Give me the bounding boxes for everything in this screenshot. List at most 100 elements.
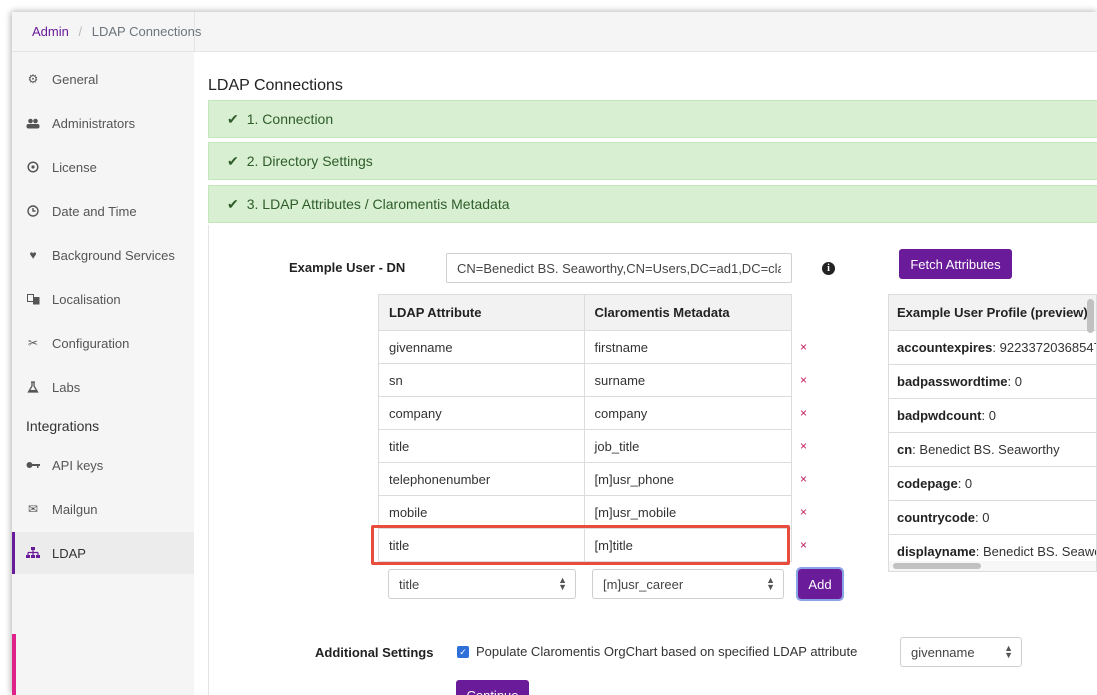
section-label: 3. LDAP Attributes / Claromentis Metadat… (246, 196, 510, 212)
integrations-heading: Integrations (26, 418, 100, 434)
sidebar-item-label: Date and Time (52, 203, 137, 219)
profile-value: Benedict BS. Seaworthy (919, 442, 1060, 457)
profile-value: Benedict BS. Seawor (983, 544, 1097, 559)
sidebar-item-labs[interactable]: Labs (12, 366, 194, 408)
table-row: sn surname (378, 363, 793, 397)
continue-button[interactable]: Continue (456, 680, 529, 695)
profile-value: 0 (982, 510, 990, 525)
ldap-attribute-cell: givenname (378, 330, 585, 364)
section-ldap-attributes[interactable]: ✔ 3. LDAP Attributes / Claromentis Metad… (208, 185, 1097, 223)
attribute-mapping-table: LDAP Attribute Claromentis Metadata give… (378, 294, 793, 562)
column-header-ldap-attribute: LDAP Attribute (378, 294, 585, 331)
orgchart-attribute-select[interactable]: givenname ▲ ▼ (900, 637, 1022, 667)
info-icon[interactable]: i (822, 262, 835, 275)
table-header-row: LDAP Attribute Claromentis Metadata (378, 294, 793, 331)
profile-row: accountexpires: 922337203685477 (889, 331, 1096, 365)
sidebar-item-ldap[interactable]: LDAP (12, 532, 194, 574)
profile-value: 0 (988, 408, 996, 423)
remove-mapping-button[interactable]: × (800, 505, 807, 519)
profile-row: codepage: 0 (889, 467, 1096, 501)
sidebar-item-background-services[interactable]: ♥ Background Services (12, 234, 194, 276)
vertical-scrollbar[interactable] (1087, 299, 1094, 333)
checkmark-icon: ✔ (227, 110, 239, 127)
remove-mapping-button[interactable]: × (800, 538, 807, 552)
select-value: [m]usr_career (603, 576, 684, 592)
flask-icon (26, 380, 40, 394)
tools-icon: ✂ (27, 336, 39, 350)
ldap-attribute-cell: company (378, 396, 585, 430)
remove-mapping-button[interactable]: × (800, 340, 807, 354)
orgchart-checkbox[interactable]: ✓ (457, 646, 469, 658)
sidebar: ⚙ General Administrators License Date an… (12, 52, 194, 695)
table-row: company company (378, 396, 793, 430)
orgchart-checkbox-label[interactable]: Populate Claromentis OrgChart based on s… (476, 644, 857, 659)
sidebar-item-administrators[interactable]: Administrators (12, 102, 194, 144)
breadcrumb-current: LDAP Connections (91, 24, 202, 39)
add-mapping-button[interactable]: Add (796, 567, 844, 601)
sidebar-item-api-keys[interactable]: API keys (12, 444, 194, 486)
sidebar-item-configuration[interactable]: ✂ Configuration (12, 322, 194, 364)
metadata-cell: job_title (583, 429, 793, 463)
profile-key: accountexpires (897, 340, 993, 355)
sidebar-item-label: License (52, 159, 97, 175)
remove-mapping-button[interactable]: × (800, 439, 807, 453)
section-directory-settings[interactable]: ✔ 2. Directory Settings (208, 142, 1097, 180)
profile-row: cn: Benedict BS. Seaworthy (889, 433, 1096, 467)
remove-mapping-button[interactable]: × (800, 373, 807, 387)
users-icon (26, 116, 40, 130)
profile-key: codepage (897, 476, 958, 491)
profile-key: cn (897, 442, 913, 457)
profile-value: 0 (964, 476, 973, 491)
updown-arrows-icon: ▲ ▼ (558, 575, 567, 592)
sidebar-item-label: General (52, 71, 99, 87)
section-label: 2. Directory Settings (246, 153, 373, 169)
profile-key: countrycode (897, 510, 976, 525)
table-row: mobile [m]usr_mobile (378, 495, 793, 529)
fetch-attributes-button[interactable]: Fetch Attributes (899, 249, 1012, 279)
section-connection[interactable]: ✔ 1. Connection (208, 100, 1097, 138)
select-value: title (399, 576, 420, 592)
example-user-dn-input[interactable] (446, 253, 792, 283)
additional-settings-label: Additional Settings (315, 645, 434, 660)
profile-key: badpwdcount (897, 408, 982, 423)
new-metadata-select[interactable]: [m]usr_career ▲ ▼ (592, 569, 784, 599)
main-content: LDAP Connections ✔ 1. Connection ✔ 2. Di… (194, 52, 1097, 695)
remove-mapping-button[interactable]: × (800, 406, 807, 420)
example-user-profile-preview[interactable]: Example User Profile (preview) accountex… (888, 294, 1097, 572)
badge-icon (26, 160, 40, 174)
sidebar-item-label: Configuration (52, 335, 130, 351)
sidebar-item-localisation[interactable]: Localisation (12, 278, 194, 320)
profile-key: displayname (897, 544, 976, 559)
gears-icon: ⚙ (27, 72, 39, 86)
table-row: title job_title (378, 429, 793, 463)
profile-row: badpasswordtime: 0 (889, 365, 1096, 399)
breadcrumb: Admin / LDAP Connections (32, 24, 201, 39)
app-window: Admin / LDAP Connections ⚙ General Admin… (12, 12, 1097, 695)
sidebar-item-label: Labs (52, 379, 81, 395)
sidebar-item-label: Administrators (52, 115, 136, 131)
sidebar-item-label: API keys (52, 457, 104, 473)
sidebar-item-mailgun[interactable]: ✉ Mailgun (12, 488, 194, 530)
profile-preview-header: Example User Profile (preview) (889, 295, 1096, 331)
sidebar-item-label: Localisation (52, 291, 121, 307)
clock-icon (26, 204, 40, 218)
sidebar-item-license[interactable]: License (12, 146, 194, 188)
sidebar-item-date-and-time[interactable]: Date and Time (12, 190, 194, 232)
metadata-cell: firstname (583, 330, 793, 364)
heartbeat-icon: ♥ (29, 248, 37, 262)
metadata-cell: [m]usr_mobile (583, 495, 793, 529)
sidebar-item-general[interactable]: ⚙ General (12, 58, 194, 100)
metadata-cell: company (583, 396, 793, 430)
ldap-attribute-cell: title (378, 429, 585, 463)
remove-mapping-button[interactable]: × (800, 472, 807, 486)
new-ldap-attribute-select[interactable]: title ▲ ▼ (388, 569, 576, 599)
checkmark-icon: ✔ (227, 195, 239, 212)
breadcrumb-admin-link[interactable]: Admin (32, 24, 69, 39)
highlighted-row-outline (371, 525, 790, 565)
select-value: givenname (911, 644, 975, 660)
horizontal-scrollbar[interactable] (893, 563, 981, 569)
sidebar-accent-mark (12, 634, 16, 695)
checkmark-icon: ✔ (227, 152, 239, 169)
profile-value: 922337203685477 (999, 340, 1096, 355)
breadcrumb-separator: / (78, 24, 83, 39)
